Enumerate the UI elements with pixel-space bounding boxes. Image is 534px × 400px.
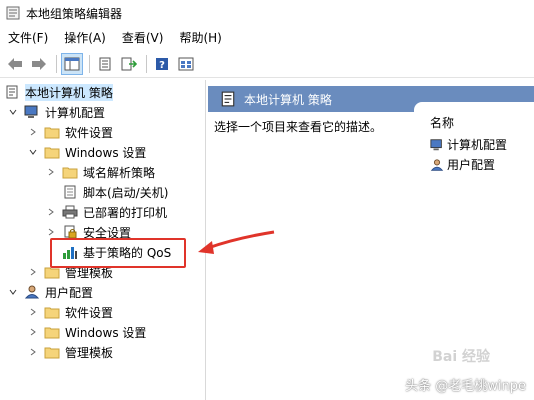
policy-doc-icon [221,91,235,107]
folder-icon [44,124,60,140]
title-bar: 本地组策略编辑器 [0,0,534,26]
chevron-right-icon[interactable] [28,347,38,357]
menu-file[interactable]: 文件(F) [0,26,56,50]
chevron-right-icon[interactable] [46,167,56,177]
view-button[interactable] [175,53,197,75]
policy-doc-icon [4,84,20,100]
user-icon [24,284,40,300]
tree-item-windows-settings[interactable]: Windows 设置 [28,142,146,162]
svg-text:?: ? [159,60,165,71]
printer-icon [62,204,78,220]
folder-icon [44,324,60,340]
back-arrow-icon [8,57,22,70]
tree-item-dns-policy[interactable]: 域名解析策略 [46,162,155,182]
column-header-name[interactable]: 名称 [430,114,454,131]
properties-button[interactable] [94,53,116,75]
tree-item-software-settings[interactable]: 软件设置 [28,122,113,142]
tree-item-user-config[interactable]: 用户配置 [8,282,93,302]
tree-item-label: 软件设置 [65,305,114,320]
list-item-computer-config[interactable]: 计算机配置 [430,136,507,153]
chevron-right-icon[interactable] [46,227,56,237]
details-header: 本地计算机 策略 [208,86,534,112]
menu-help[interactable]: 帮助(H) [171,26,229,50]
chevron-right-icon[interactable] [28,327,38,337]
folder-icon [44,344,60,360]
help-icon: ? [156,57,168,71]
forward-button[interactable] [28,53,50,75]
toolbar-separator [56,54,57,73]
script-icon [62,184,78,200]
tree-item-label: 已部署的打印机 [83,205,168,220]
folder-icon [44,144,60,160]
user-icon [430,158,444,171]
console-tree-icon [64,57,80,70]
toolbar-separator [89,54,90,73]
list-item-label: 计算机配置 [447,138,508,152]
toolbar-separator [146,54,147,73]
back-button[interactable] [4,53,26,75]
tree-item-printers[interactable]: 已部署的打印机 [46,202,167,222]
qos-highlight-box [50,238,186,268]
menu-view[interactable]: 查看(V) [114,26,172,50]
tree-item-label: 用户配置 [45,285,94,300]
forward-arrow-icon [32,57,46,70]
toolbar: ? [0,50,534,78]
tree-item-label: 脚本(启动/关机) [83,185,169,200]
chevron-right-icon[interactable] [28,127,38,137]
window-title: 本地组策略编辑器 [26,6,123,21]
folder-icon [44,304,60,320]
chevron-right-icon[interactable] [28,307,38,317]
chevron-down-icon[interactable] [8,107,18,117]
tree-item-user-software-settings[interactable]: 软件设置 [28,302,113,322]
tree-item-label: Windows 设置 [65,145,147,160]
chevron-right-icon[interactable] [28,267,38,277]
show-tree-button[interactable] [61,52,83,75]
computer-icon [430,138,442,150]
tree-item-scripts[interactable]: 脚本(启动/关机) [62,182,168,202]
tree-item-label: 软件设置 [65,125,114,140]
export-list-icon [121,57,137,70]
chevron-down-icon[interactable] [28,147,38,157]
tree-item-computer-config[interactable]: 计算机配置 [8,102,105,122]
chevron-down-icon[interactable] [8,287,18,297]
tree-item-label: 域名解析策略 [83,165,156,180]
tree-item-label: Windows 设置 [65,325,147,340]
folder-icon [62,164,78,180]
menu-action[interactable]: 操作(A) [56,26,114,50]
tree-item-user-windows-settings[interactable]: Windows 设置 [28,322,146,342]
tree-item-root[interactable]: 本地计算机 策略 [4,82,113,102]
policy-editor-icon [6,6,20,20]
help-button[interactable]: ? [151,53,173,75]
properties-icon [99,57,111,70]
tree-item-label: 管理模板 [65,345,114,360]
list-item-user-config[interactable]: 用户配置 [430,156,495,173]
description-text: 选择一个项目来查看它的描述。 [214,120,383,134]
header-tab-shape [414,102,534,112]
console-tree: 本地计算机 策略 计算机配置 软件设置 Windows 设置 域名解析策略 脚本… [0,80,206,400]
list-item-label: 用户配置 [447,158,496,172]
annotation-arrow [198,230,275,254]
tree-item-user-admin-templates[interactable]: 管理模板 [28,342,113,362]
export-list-button[interactable] [118,53,140,75]
menu-bar: 文件(F) 操作(A) 查看(V) 帮助(H) [0,26,534,50]
baidu-watermark: Bai 经验 [432,349,490,365]
tree-item-label: 本地计算机 策略 [25,83,113,101]
source-watermark: 头条 @老毛桃winpe [405,379,526,394]
chevron-right-icon[interactable] [46,207,56,217]
computer-icon [24,104,40,120]
details-header-title: 本地计算机 策略 [244,92,332,107]
tree-item-label: 计算机配置 [45,105,106,120]
view-icon [178,57,194,70]
